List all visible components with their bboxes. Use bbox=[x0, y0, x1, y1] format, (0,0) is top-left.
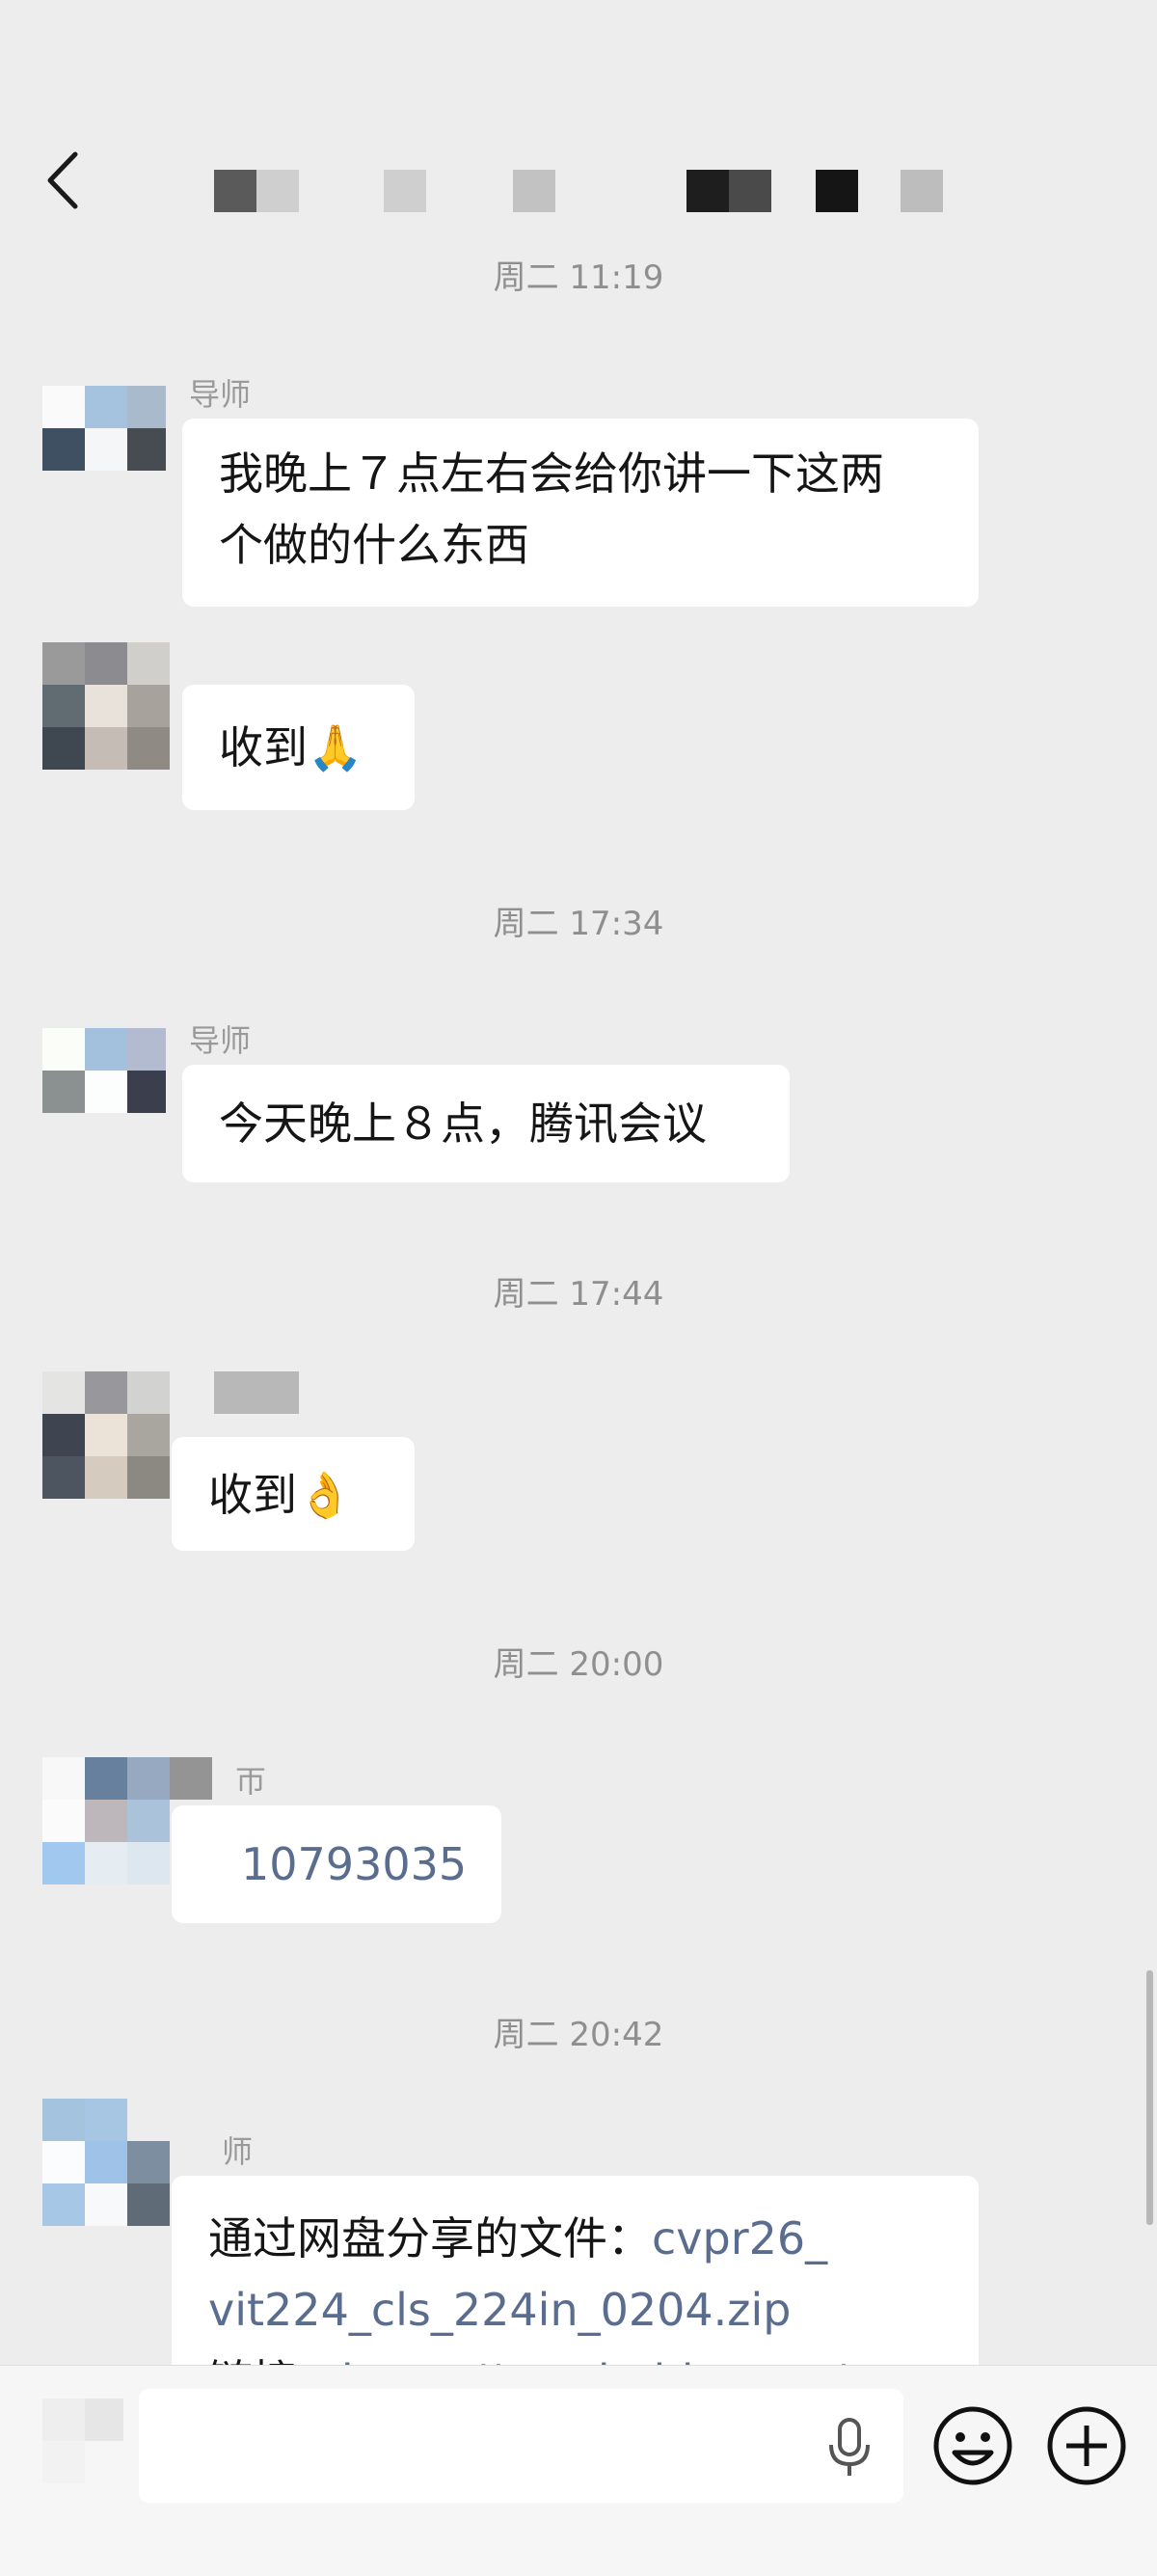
message-bubble[interactable]: 10793035 bbox=[172, 1805, 501, 1923]
timestamp: 周二 17:44 bbox=[493, 1275, 664, 1314]
input-bar bbox=[0, 2365, 1157, 2576]
message-text[interactable]: 10793035 bbox=[241, 1838, 467, 1890]
sender-name: 帀 bbox=[235, 1763, 267, 1800]
message-text: 今天晚上８点，腾讯会议 bbox=[219, 1098, 707, 1150]
message-bubble[interactable]: 今天晚上８点，腾讯会议 bbox=[182, 1065, 790, 1182]
sender-name: 导师 bbox=[189, 1022, 252, 1059]
microphone-icon[interactable] bbox=[823, 2416, 875, 2480]
scrollbar[interactable] bbox=[1146, 1970, 1153, 2225]
message-bubble[interactable]: 我晚上７点左右会给你讲一下这两 个做的什么东西 bbox=[182, 419, 979, 607]
smiley-icon[interactable] bbox=[931, 2404, 1014, 2487]
sender-name: 导师 bbox=[189, 376, 252, 413]
message-input[interactable] bbox=[139, 2389, 903, 2503]
message-bubble[interactable]: 收到👌 bbox=[172, 1437, 415, 1551]
timestamp: 周二 20:00 bbox=[493, 1645, 664, 1684]
message-text: 收到👌 bbox=[208, 1469, 353, 1521]
chevron-left-icon[interactable] bbox=[42, 147, 85, 214]
message-text: 收到🙏 bbox=[219, 721, 363, 773]
plus-circle-icon[interactable] bbox=[1045, 2404, 1128, 2487]
message-text: 通过网盘分享的文件： bbox=[208, 2212, 652, 2264]
sender-name: 师 bbox=[222, 2133, 254, 2170]
timestamp: 周二 17:34 bbox=[493, 905, 664, 943]
timestamp: 周二 11:19 bbox=[493, 258, 664, 297]
message-text-line: 个做的什么东西 bbox=[219, 519, 529, 571]
file-link[interactable]: vit224_cls_224in_0204.zip bbox=[208, 2274, 942, 2346]
file-link[interactable]: cvpr26_ bbox=[652, 2212, 827, 2264]
chat-header bbox=[0, 0, 1157, 260]
message-text-line: 我晚上７点左右会给你讲一下这两 bbox=[219, 447, 884, 500]
message-bubble[interactable]: 收到🙏 bbox=[182, 685, 415, 810]
timestamp: 周二 20:42 bbox=[493, 2016, 664, 2054]
